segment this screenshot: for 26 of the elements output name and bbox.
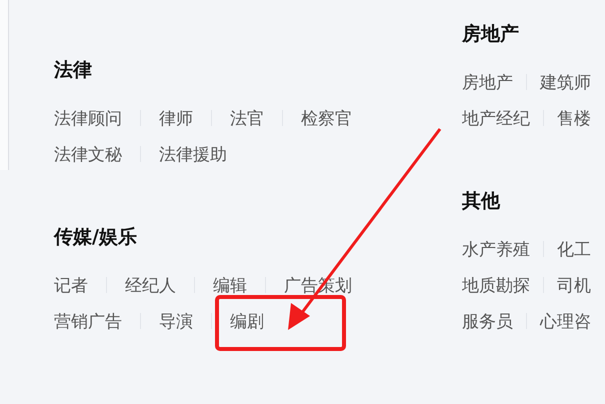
category-heading: 房地产 bbox=[462, 22, 520, 47]
job-link[interactable]: 司机 bbox=[557, 274, 591, 296]
job-link[interactable]: 地产经纪 bbox=[462, 106, 530, 130]
job-link[interactable]: 营销广告 bbox=[54, 310, 122, 332]
job-link[interactable]: 服务员 bbox=[462, 310, 513, 332]
job-link[interactable]: 编剧 bbox=[230, 310, 264, 332]
category-heading: 法律 bbox=[54, 58, 93, 83]
job-link[interactable]: 导演 bbox=[159, 310, 193, 332]
job-link[interactable]: 心理咨 bbox=[540, 310, 591, 332]
job-link[interactable]: 建筑师 bbox=[540, 70, 591, 94]
job-link[interactable]: 水产养殖 bbox=[462, 238, 530, 260]
job-link[interactable]: 记者 bbox=[54, 274, 88, 296]
job-link[interactable]: 律师 bbox=[159, 106, 193, 130]
job-link[interactable]: 售楼 bbox=[557, 106, 591, 130]
job-link[interactable]: 法律顾问 bbox=[54, 106, 122, 130]
job-link[interactable]: 经纪人 bbox=[125, 274, 176, 296]
job-link[interactable]: 法律援助 bbox=[159, 142, 227, 166]
job-link[interactable]: 编辑 bbox=[213, 274, 247, 296]
job-link[interactable]: 化工 bbox=[557, 238, 591, 260]
category-heading: 其他 bbox=[462, 189, 502, 214]
category-heading: 传媒/娱乐 bbox=[54, 225, 138, 250]
job-link[interactable]: 法官 bbox=[230, 106, 264, 130]
job-link[interactable]: 法律文秘 bbox=[54, 142, 122, 166]
job-link[interactable]: 检察官 bbox=[301, 106, 352, 130]
job-link[interactable]: 地质勘探 bbox=[462, 274, 530, 296]
job-link[interactable]: 房地产 bbox=[462, 70, 513, 94]
